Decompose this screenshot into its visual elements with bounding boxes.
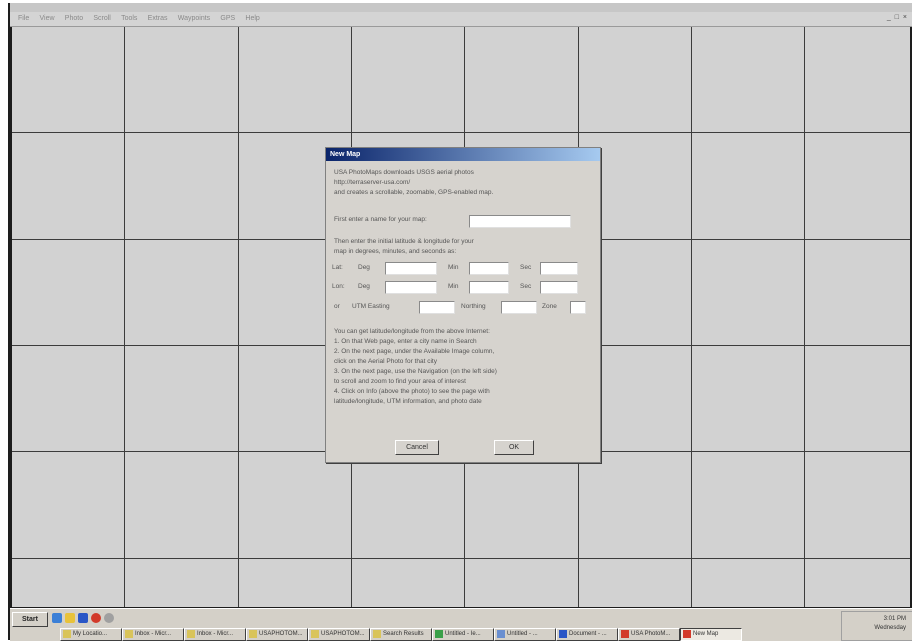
menu-photo[interactable]: Photo [65,12,83,26]
folder-icon [187,630,195,638]
coord-intro-line: Then enter the initial latitude & longit… [334,238,474,245]
utm-easting-input[interactable] [419,301,455,314]
grid-line [12,132,910,133]
utm-easting-label: UTM Easting [352,303,390,310]
menu-gps[interactable]: GPS [220,12,235,26]
help-line: latitude/longitude, UTM information, and… [334,398,482,405]
dialog-title: New Map [326,148,600,161]
menu-extras[interactable]: Extras [148,12,168,26]
lat-sec-input[interactable] [540,262,578,275]
taskbar-button[interactable]: Inbox - Micr... [122,628,184,641]
help-line: 2. On the next page, under the Available… [334,348,495,355]
taskbar-button-active[interactable]: New Map [680,628,742,641]
zone-input[interactable] [570,301,586,314]
window-icon [497,630,505,638]
media-icon[interactable] [91,613,101,623]
menu-file[interactable]: File [18,12,29,26]
lon-sec-input[interactable] [540,281,578,294]
taskbar-button[interactable]: USAPHOTOM... [246,628,308,641]
new-map-dialog: New Map USA PhotoMaps downloads USGS aer… [325,147,601,463]
map-icon [621,630,629,638]
intro-url[interactable]: http://terraserver-usa.com/ [334,178,592,188]
intro-line: USA PhotoMaps downloads USGS aerial phot… [334,169,474,176]
menu-waypoints[interactable]: Waypoints [178,12,210,26]
help-line: 1. On that Web page, enter a city name i… [334,338,477,345]
taskbar-button[interactable]: My Locatio... [60,628,122,641]
grid-line [691,27,692,607]
northing-label: Northing [461,303,486,310]
lon-deg-label: Deg [358,283,370,290]
outlook-icon[interactable] [78,613,88,623]
menu-scroll[interactable]: Scroll [93,12,111,26]
grid-line [124,27,125,607]
help-line: You can get latitude/longitude from the … [334,328,490,335]
lon-sec-label: Sec [520,283,532,290]
clock-day: Wednesday [874,625,906,631]
help-line: click on the Aerial Photo for that city [334,358,437,365]
lat-label: Lat: [332,264,343,271]
lon-min-label: Min [448,283,459,290]
lat-deg-input[interactable] [385,262,437,275]
menu-bar: File View Photo Scroll Tools Extras Wayp… [10,12,912,27]
taskbar: Start My Locatio... Inbox - Micr... Inbo… [10,608,912,641]
folder-icon [249,630,257,638]
title-bar [10,3,912,12]
taskbar-button[interactable]: USAPHOTOM... [308,628,370,641]
coord-intro-line: map in degrees, minutes, and seconds as: [334,248,457,255]
folder-icon [63,630,71,638]
help-line: 3. On the next page, use the Navigation … [334,368,497,375]
taskbar-button[interactable]: Document - ... [556,628,618,641]
cancel-button[interactable]: Cancel [395,440,439,455]
search-icon [373,630,381,638]
folder-icon[interactable] [65,613,75,623]
menu-help[interactable]: Help [245,12,259,26]
lat-min-input[interactable] [469,262,509,275]
clock[interactable]: 3:01 PM Wednesday [874,615,906,633]
taskbar-button[interactable]: Inbox - Micr... [184,628,246,641]
map-icon [683,630,691,638]
lat-deg-label: Deg [358,264,370,271]
taskbar-button[interactable]: USA PhotoM... [618,628,680,641]
lon-min-input[interactable] [469,281,509,294]
taskbar-button[interactable]: Untitled - Ie... [432,628,494,641]
menu-tools[interactable]: Tools [121,12,137,26]
grid-line [12,558,910,559]
or-label: or [334,303,340,310]
folder-icon [311,630,319,638]
help-line: 4. Click on Info (above the photo) to se… [334,388,490,395]
grid-line [238,27,239,607]
start-button[interactable]: Start [12,612,48,627]
help-line: to scroll and zoom to find your area of … [334,378,466,385]
taskbar-button[interactable]: Search Results [370,628,432,641]
document-icon [559,630,567,638]
ok-button[interactable]: OK [494,440,534,455]
window-controls[interactable]: _ □ × [887,12,908,24]
map-name-label: First enter a name for your map: [334,216,427,223]
lat-sec-label: Sec [520,264,532,271]
lon-label: Lon: [332,283,345,290]
grid-line [804,27,805,607]
dialog-intro: USA PhotoMaps downloads USGS aerial phot… [334,168,592,198]
paint-icon [435,630,443,638]
zone-label: Zone [542,303,557,310]
intro-line: and creates a scrollable, zoomable, GPS-… [334,189,494,196]
menu-view[interactable]: View [40,12,55,26]
northing-input[interactable] [501,301,537,314]
lat-min-label: Min [448,264,459,271]
clock-icon[interactable] [104,613,114,623]
lon-deg-input[interactable] [385,281,437,294]
clock-time: 3:01 PM [883,616,906,622]
folder-icon [125,630,133,638]
system-tray: 3:01 PM Wednesday [841,611,912,641]
taskbar-button[interactable]: Untitled - ... [494,628,556,641]
internet-explorer-icon[interactable] [52,613,62,623]
map-name-input[interactable] [469,215,571,228]
